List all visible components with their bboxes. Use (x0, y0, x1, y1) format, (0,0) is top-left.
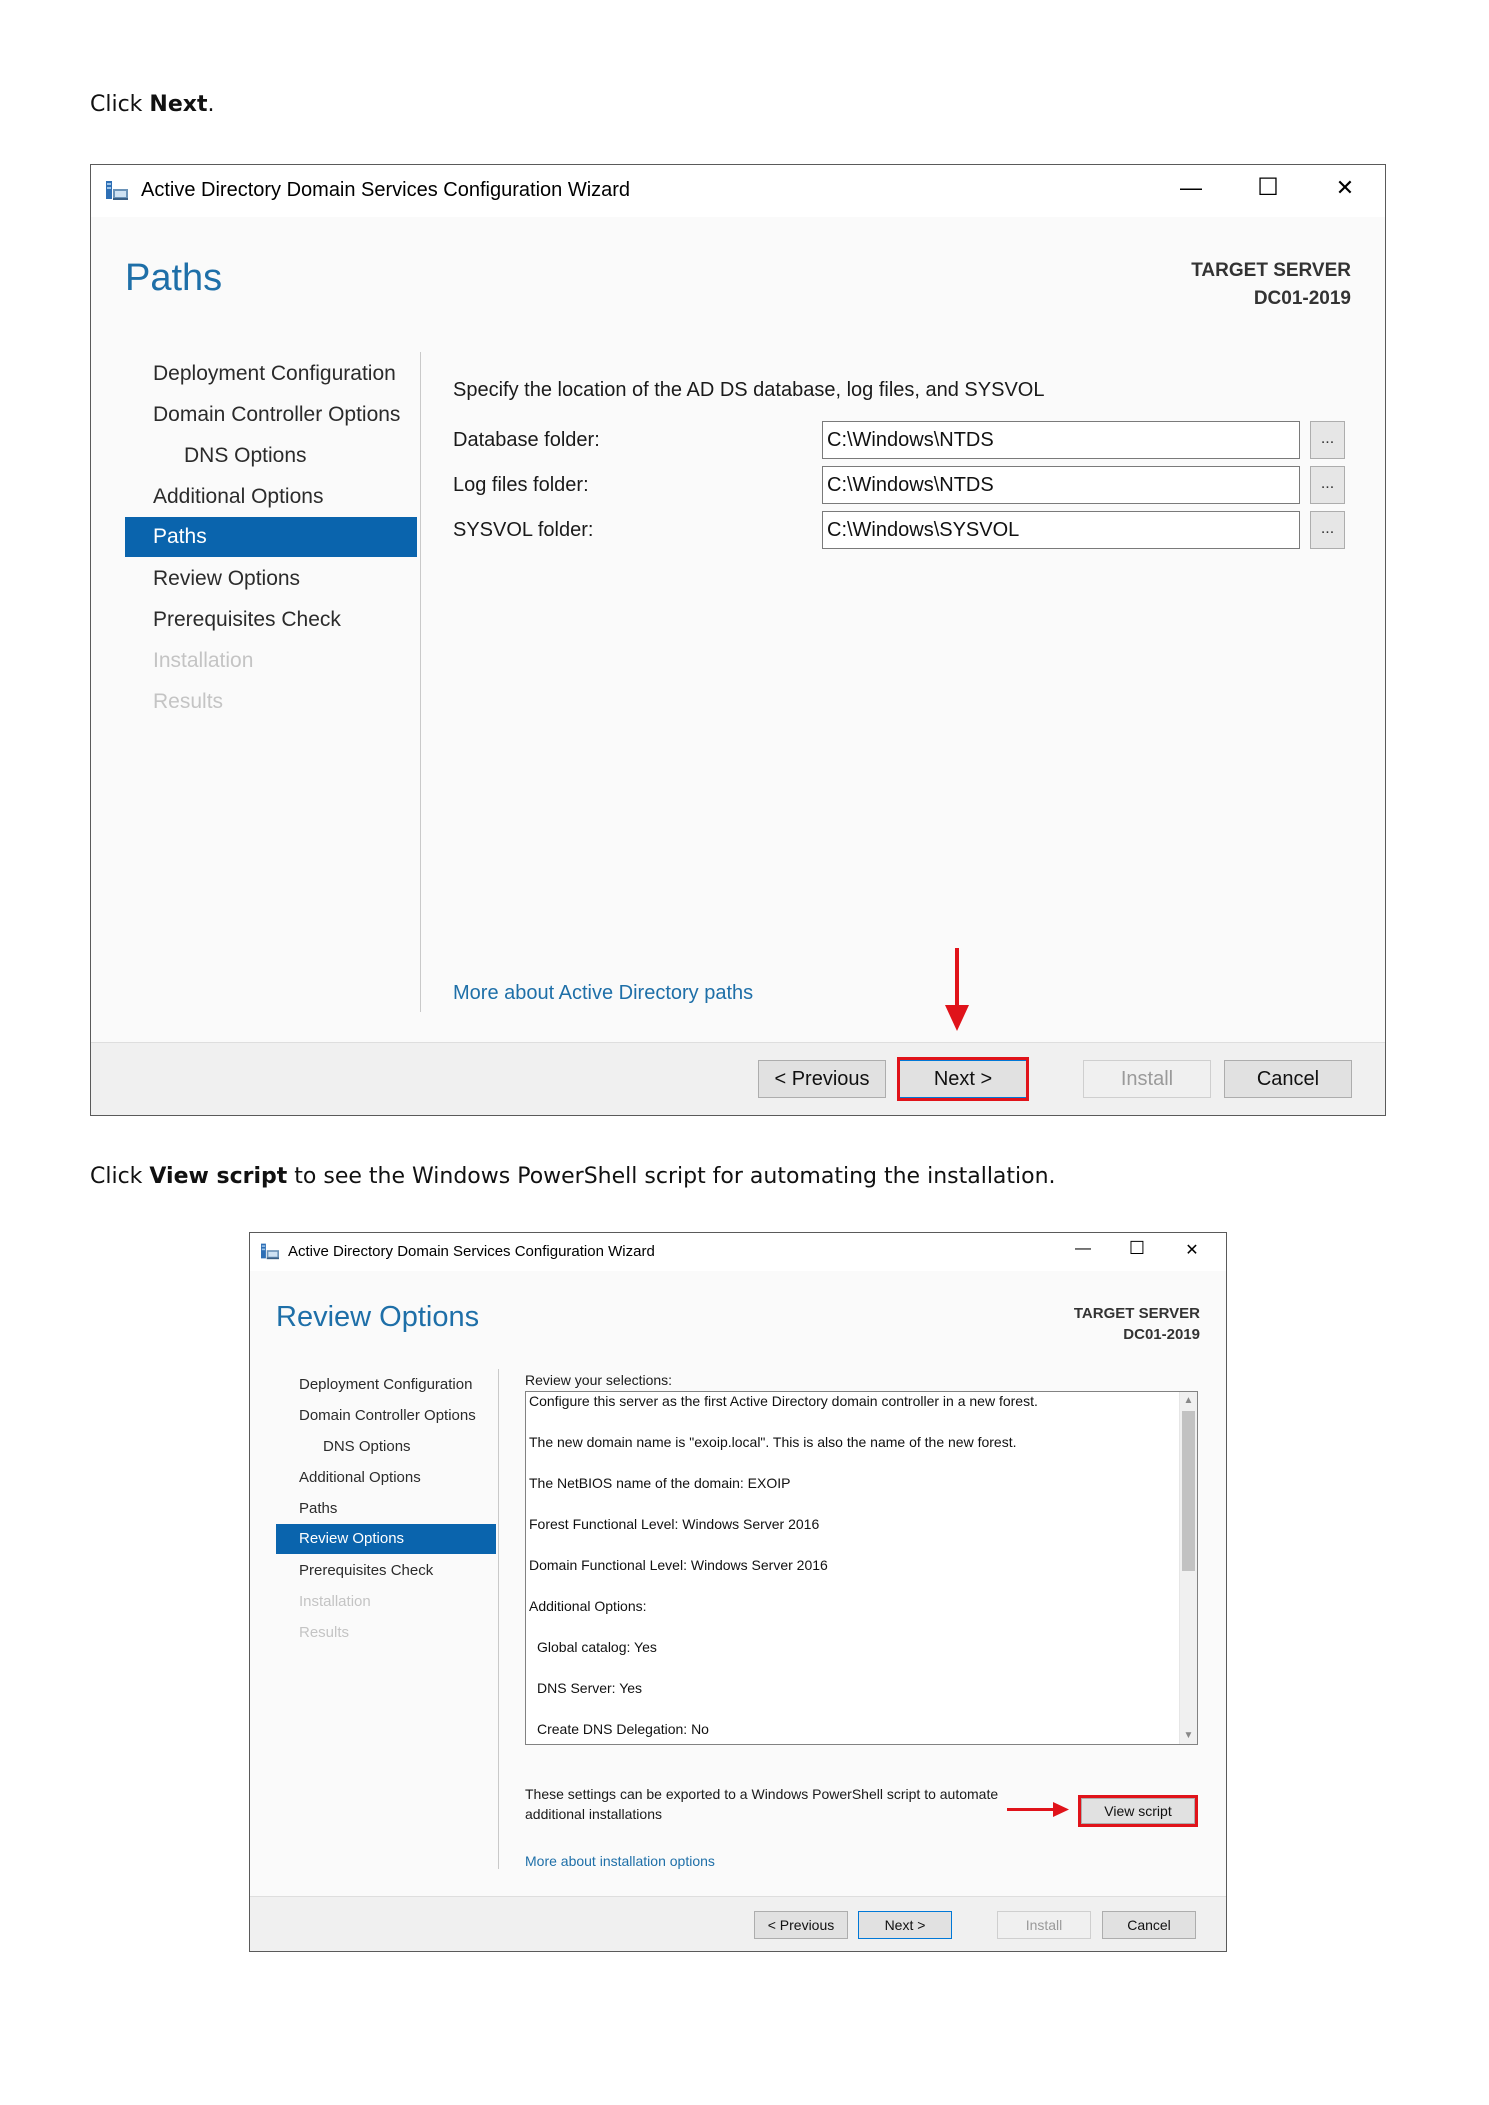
nav-item-installation: Installation (299, 1593, 371, 1610)
database-folder-input[interactable]: C:\Windows\NTDS (822, 421, 1300, 459)
red-arrow-line (1007, 1808, 1055, 1811)
window-title: Active Directory Domain Services Configu… (141, 179, 631, 201)
review-line: The NetBIOS name of the domain: EXOIP (529, 1475, 791, 1491)
database-folder-label: Database folder: (453, 429, 600, 451)
scroll-thumb[interactable] (1182, 1411, 1195, 1571)
install-button: Install (1083, 1060, 1211, 1098)
review-line: The new domain name is "exoip.local". Th… (529, 1434, 1017, 1450)
cancel-button[interactable]: Cancel (1102, 1911, 1196, 1939)
log-files-folder-input[interactable]: C:\Windows\NTDS (822, 466, 1300, 504)
review-selections-list[interactable]: Configure this server as the first Activ… (525, 1391, 1198, 1745)
nav-item-deployment-configuration[interactable]: Deployment Configuration (153, 362, 396, 386)
red-arrow-head-icon (945, 1005, 969, 1031)
more-about-paths-link[interactable]: More about Active Directory paths (453, 982, 753, 1005)
target-server-label: TARGET SERVER (1191, 260, 1351, 281)
previous-button[interactable]: < Previous (758, 1060, 886, 1098)
target-server-name: DC01-2019 (1253, 288, 1351, 309)
nav-divider (420, 352, 421, 1012)
wizard-body: Review Options TARGET SERVER DC01-2019 D… (250, 1271, 1226, 1899)
previous-button[interactable]: < Previous (754, 1911, 848, 1939)
scroll-down-icon[interactable]: ▼ (1180, 1727, 1197, 1744)
nav-item-dns-options[interactable]: DNS Options (323, 1438, 411, 1455)
log-files-folder-browse-button[interactable]: ... (1310, 466, 1345, 504)
nav-divider (498, 1369, 499, 1869)
maximize-button[interactable]: ☐ (1122, 1238, 1152, 1259)
maximize-button[interactable]: ☐ (1248, 173, 1288, 202)
nav-item-paths[interactable]: Paths (125, 517, 417, 557)
ad-wizard-app-icon (105, 179, 129, 206)
window-title: Active Directory Domain Services Configu… (288, 1243, 655, 1260)
nav-item-installation: Installation (153, 649, 254, 672)
nav-item-domain-controller-options[interactable]: Domain Controller Options (153, 403, 400, 427)
database-folder-browse-button[interactable]: ... (1310, 421, 1345, 459)
next-button[interactable]: Next > (858, 1911, 952, 1939)
wizard-footer: < Previous Next > Install Cancel (91, 1042, 1385, 1115)
cancel-button[interactable]: Cancel (1224, 1060, 1352, 1098)
review-line: Domain Functional Level: Windows Server … (529, 1557, 828, 1573)
target-server: TARGET SERVER DC01-2019 (1074, 1303, 1200, 1345)
instruction-next: Click Next. (90, 92, 215, 117)
nav-item-deployment-configuration[interactable]: Deployment Configuration (299, 1376, 472, 1393)
nav-item-additional-options[interactable]: Additional Options (153, 485, 323, 509)
nav-item-prerequisites-check[interactable]: Prerequisites Check (153, 608, 341, 632)
paths-heading: Specify the location of the AD DS databa… (453, 379, 1045, 401)
target-server-label: TARGET SERVER (1073, 1305, 1200, 1322)
view-script-highlight (1078, 1795, 1198, 1827)
minimize-button[interactable]: — (1171, 175, 1211, 201)
title-bar: Active Directory Domain Services Configu… (91, 165, 1385, 217)
review-line: Create DNS Delegation: No (537, 1721, 709, 1737)
target-server: TARGET SERVER DC01-2019 (1191, 257, 1351, 313)
log-files-folder-label: Log files folder: (453, 474, 589, 496)
nav-item-results: Results (299, 1624, 350, 1641)
review-heading: Review your selections: (525, 1372, 673, 1388)
sysvol-folder-browse-button[interactable]: ... (1310, 511, 1345, 549)
title-bar: Active Directory Domain Services Configu… (250, 1233, 1226, 1271)
wizard-window-paths: Active Directory Domain Services Configu… (90, 164, 1386, 1116)
export-note-line1: These settings can be exported to a Wind… (525, 1786, 999, 1802)
review-line: Configure this server as the first Activ… (529, 1393, 1038, 1409)
nav-item-review-options[interactable]: Review Options (153, 567, 300, 591)
nav-item-prerequisites-check[interactable]: Prerequisites Check (299, 1562, 433, 1579)
nav-item-results: Results (153, 690, 224, 713)
wizard-footer: < Previous Next > Install Cancel (250, 1896, 1226, 1951)
install-button: Install (997, 1911, 1091, 1939)
nav-item-paths[interactable]: Paths (299, 1500, 337, 1517)
close-button[interactable]: ✕ (1325, 175, 1365, 201)
wizard-window-review-options: Active Directory Domain Services Configu… (249, 1232, 1227, 1952)
review-line: Global catalog: Yes (537, 1639, 657, 1655)
export-note: These settings can be exported to a Wind… (525, 1784, 998, 1824)
red-arrow-line (955, 948, 959, 1008)
review-line: Forest Functional Level: Windows Server … (529, 1516, 820, 1532)
instruction-view-script: Click View script to see the Windows Pow… (90, 1164, 1056, 1189)
more-about-installation-options-link[interactable]: More about installation options (525, 1853, 715, 1869)
ad-wizard-app-icon (260, 1242, 280, 1265)
target-server-name: DC01-2019 (1123, 1326, 1200, 1343)
wizard-body: Paths TARGET SERVER DC01-2019 Deployment… (91, 217, 1385, 1043)
next-button-highlight (897, 1057, 1029, 1101)
review-line: DNS Server: Yes (537, 1680, 643, 1696)
sysvol-folder-label: SYSVOL folder: (453, 519, 594, 541)
nav-item-dns-options[interactable]: DNS Options (184, 444, 307, 468)
nav-item-review-options[interactable]: Review Options (276, 1524, 496, 1554)
page-title: Review Options (276, 1301, 480, 1333)
scroll-up-icon[interactable]: ▲ (1180, 1392, 1197, 1409)
red-arrow-head-icon (1053, 1802, 1069, 1817)
export-note-line2: additional installations (525, 1806, 662, 1822)
page-title: Paths (125, 257, 223, 299)
review-line: Additional Options: (529, 1598, 647, 1614)
review-scrollbar[interactable]: ▲ ▼ (1179, 1392, 1197, 1744)
sysvol-folder-input[interactable]: C:\Windows\SYSVOL (822, 511, 1300, 549)
nav-item-additional-options[interactable]: Additional Options (299, 1469, 421, 1486)
close-button[interactable]: ✕ (1177, 1240, 1207, 1260)
minimize-button[interactable]: — (1068, 1240, 1098, 1258)
nav-item-domain-controller-options[interactable]: Domain Controller Options (299, 1407, 476, 1424)
